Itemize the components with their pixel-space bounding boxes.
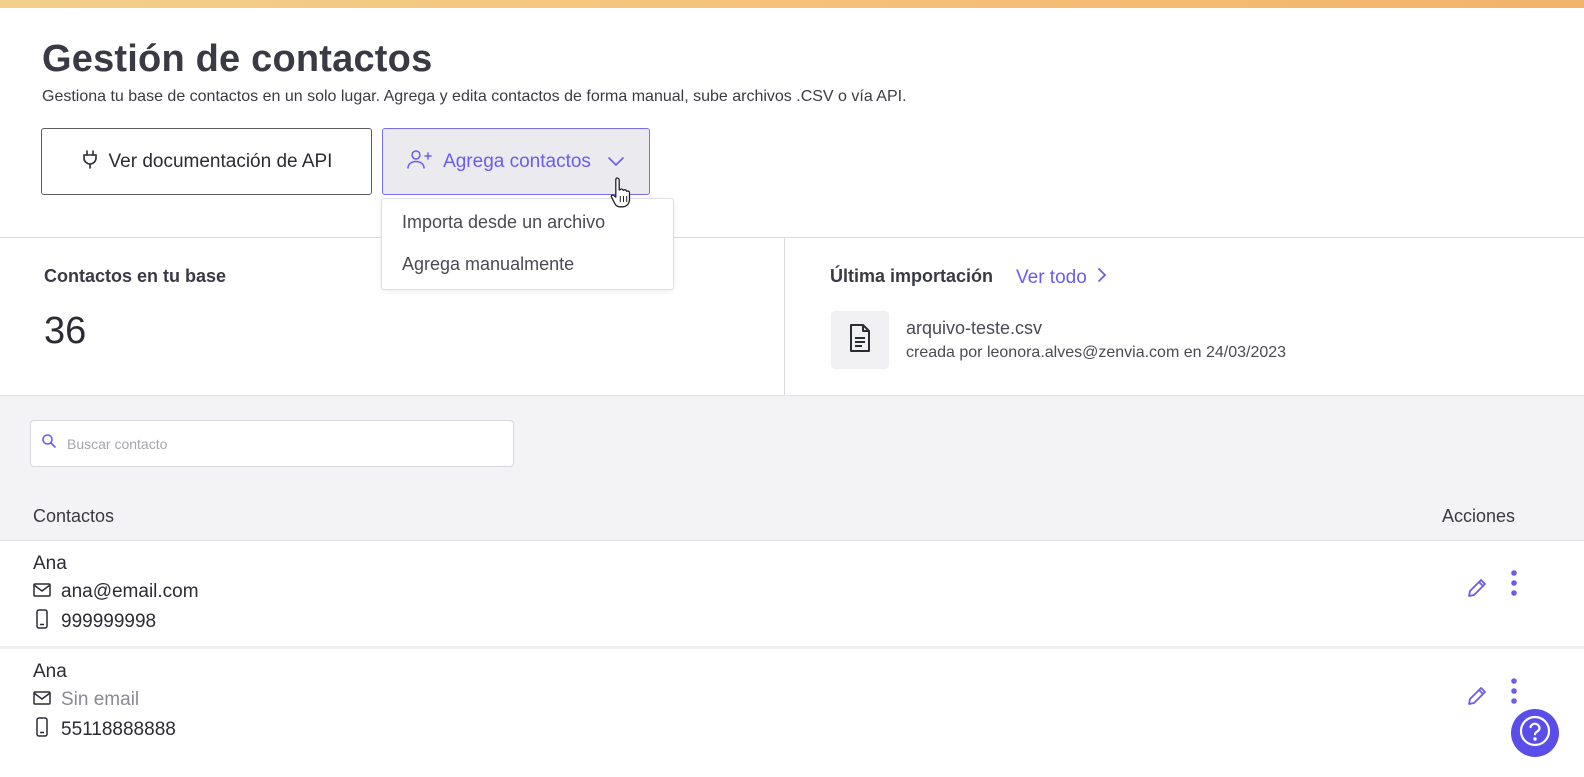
- import-file-name: arquivo-teste.csv: [906, 318, 1043, 338]
- table-row[interactable]: Ana ana@email.com 999999998: [0, 540, 1584, 646]
- help-button[interactable]: [1511, 709, 1559, 757]
- contact-email: Sin email: [61, 689, 140, 710]
- last-import-label: Última importación: [830, 266, 994, 286]
- more-vertical-icon[interactable]: [1506, 569, 1522, 602]
- api-docs-button[interactable]: Ver documentación de API: [41, 128, 372, 195]
- hand-cursor-icon: [610, 176, 634, 215]
- mail-icon: [33, 689, 51, 711]
- contacts-count-value: 36: [44, 310, 87, 352]
- section-divider: [0, 237, 1584, 238]
- page-title: Gestión de contactos: [42, 38, 433, 80]
- view-all-link[interactable]: Ver todo: [1016, 267, 1107, 289]
- search-box: [30, 420, 514, 467]
- pencil-icon[interactable]: [1466, 685, 1488, 712]
- contacts-table-header-area: [0, 395, 1584, 540]
- contacts-count-label: Contactos en tu base: [44, 266, 227, 286]
- column-header-contacts: Contactos: [33, 506, 115, 526]
- contact-name: Ana: [33, 661, 67, 682]
- plug-icon: [81, 149, 99, 175]
- file-icon-box: [831, 311, 889, 369]
- smartphone-icon: [33, 717, 51, 743]
- search-input[interactable]: [67, 429, 497, 459]
- dropdown-item-add-manually[interactable]: Agrega manualmente: [402, 254, 574, 275]
- chevron-down-icon: [607, 151, 625, 173]
- user-plus-icon: [407, 149, 433, 175]
- column-header-actions: Acciones: [1442, 506, 1516, 526]
- add-contacts-label: Agrega contactos: [443, 150, 591, 172]
- file-text-icon: [848, 323, 872, 358]
- api-docs-label: Ver documentación de API: [108, 150, 333, 172]
- top-accent-bar: [0, 0, 1584, 8]
- smartphone-icon: [33, 609, 51, 635]
- pencil-icon[interactable]: [1466, 577, 1488, 604]
- contact-email: ana@email.com: [61, 581, 199, 602]
- contact-phone-line: 55118888888: [33, 717, 176, 743]
- page-subtitle: Gestiona tu base de contactos en un solo…: [42, 88, 907, 105]
- help-circle-icon: [1518, 714, 1552, 753]
- contact-email-line: Sin email: [33, 689, 139, 711]
- table-row[interactable]: Ana Sin email 55118888888: [0, 649, 1584, 755]
- contact-name: Ana: [33, 553, 67, 574]
- dropdown-item-import-file[interactable]: Importa desde un archivo: [402, 212, 605, 233]
- view-all-label: Ver todo: [1016, 267, 1087, 288]
- contact-phone: 55118888888: [61, 719, 176, 740]
- mail-icon: [33, 581, 51, 603]
- contact-phone-line: 999999998: [33, 609, 156, 635]
- chevron-right-icon: [1097, 267, 1107, 289]
- import-file-meta: creada por leonora.alves@zenvia.com en 2…: [906, 344, 1287, 361]
- stats-divider: [784, 238, 785, 395]
- contact-email-line: ana@email.com: [33, 581, 199, 603]
- more-vertical-icon[interactable]: [1506, 677, 1522, 710]
- search-icon: [41, 433, 57, 454]
- contact-phone: 999999998: [61, 611, 157, 632]
